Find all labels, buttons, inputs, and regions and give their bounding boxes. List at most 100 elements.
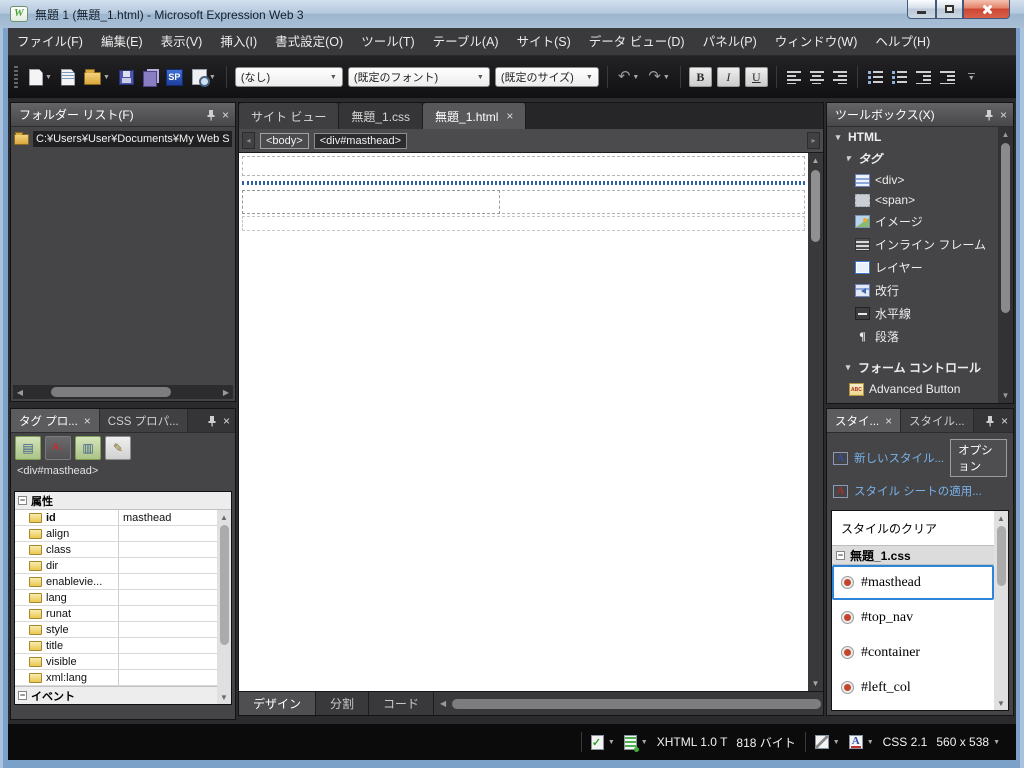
- toolbox-group-html[interactable]: ▾ HTML: [827, 127, 998, 147]
- attribute-value[interactable]: [118, 558, 217, 573]
- toolbox-titlebar[interactable]: ツールボックス(X) ×: [827, 103, 1013, 127]
- close-icon[interactable]: ×: [1000, 109, 1007, 121]
- save-button[interactable]: [117, 68, 136, 87]
- menu-file[interactable]: ファイル(F): [8, 28, 92, 55]
- canvas-hscrollbar[interactable]: ◀: [434, 692, 823, 715]
- menu-format[interactable]: 書式設定(O): [266, 28, 352, 55]
- menu-site[interactable]: サイト(S): [508, 28, 580, 55]
- doctype-status[interactable]: XHTML 1.0 T: [657, 735, 728, 749]
- attribute-row[interactable]: align: [15, 526, 217, 542]
- edit-tag-button[interactable]: ✎: [105, 436, 131, 460]
- toolbox-item-image[interactable]: イメージ: [827, 210, 998, 233]
- tab-manage-styles[interactable]: スタイル...: [901, 409, 974, 432]
- align-left-button[interactable]: [785, 69, 803, 86]
- attribute-value[interactable]: [118, 606, 217, 621]
- compatibility-button[interactable]: ▼: [623, 734, 648, 752]
- toolbox-item-span[interactable]: <span>: [827, 190, 998, 210]
- attribute-row[interactable]: visible: [15, 654, 217, 670]
- toolbox-item-layer[interactable]: レイヤー: [827, 256, 998, 279]
- toolbar-overflow-button[interactable]: ▼: [967, 72, 975, 82]
- show-categorized-button[interactable]: ▤: [15, 436, 41, 460]
- design-canvas[interactable]: [239, 153, 808, 691]
- pin-icon[interactable]: [207, 415, 217, 427]
- pin-icon[interactable]: [984, 109, 994, 121]
- empty-div-outline[interactable]: [242, 156, 805, 176]
- collapse-icon[interactable]: −: [836, 550, 845, 560]
- style-application-button[interactable]: ▼: [848, 735, 874, 749]
- scrollbar-thumb[interactable]: [1001, 143, 1010, 313]
- attach-stylesheet-link[interactable]: スタイル シートの適用...: [854, 483, 982, 499]
- attribute-row[interactable]: dir: [15, 558, 217, 574]
- chevron-down-icon[interactable]: ▼: [209, 74, 216, 81]
- breadcrumb-body-tag[interactable]: <body>: [260, 132, 309, 149]
- breadcrumb-right-icon[interactable]: ▸: [807, 132, 820, 149]
- folder-list-hscrollbar[interactable]: ◀ ▶: [13, 385, 233, 399]
- maximize-button[interactable]: [936, 0, 963, 19]
- style-item-left-col[interactable]: #left_col: [832, 670, 994, 705]
- attribute-value[interactable]: [118, 622, 217, 637]
- toolbox-vscrollbar[interactable]: ▲ ▼: [998, 127, 1013, 403]
- close-icon[interactable]: ×: [223, 415, 230, 427]
- minimize-button[interactable]: [907, 0, 936, 19]
- menu-edit[interactable]: 編集(E): [92, 28, 152, 55]
- collapse-icon[interactable]: −: [18, 691, 27, 700]
- undo-button[interactable]: ↶ ▼: [616, 67, 642, 87]
- toolbox-item-drop-down-box[interactable]: Drop-Down Box: [827, 399, 998, 403]
- options-button[interactable]: オプション: [950, 439, 1007, 477]
- toolbox-group-tags[interactable]: ▾ タグ: [827, 147, 998, 170]
- attribute-value[interactable]: [118, 638, 217, 653]
- attribute-row[interactable]: style: [15, 622, 217, 638]
- close-icon[interactable]: ×: [1001, 415, 1008, 427]
- open-file-button[interactable]: [59, 67, 77, 88]
- close-icon[interactable]: ×: [222, 109, 229, 121]
- align-right-button[interactable]: [831, 69, 849, 86]
- empty-div-outline[interactable]: [242, 190, 805, 214]
- scroll-down-icon[interactable]: ▼: [994, 696, 1008, 710]
- bullet-list-button[interactable]: [890, 69, 909, 86]
- toolbox-item-paragraph[interactable]: ¶ 段落: [827, 325, 998, 348]
- folder-list-content[interactable]: [13, 151, 233, 383]
- numbered-list-button[interactable]: [866, 69, 885, 86]
- attribute-value[interactable]: [118, 526, 217, 541]
- attribute-row[interactable]: id masthead: [15, 510, 217, 526]
- scroll-down-icon[interactable]: ▼: [808, 676, 823, 691]
- tab-untitled-css[interactable]: 無題_1.css: [339, 103, 424, 129]
- tab-tag-properties[interactable]: タグ プロ... ×: [11, 409, 100, 432]
- toolbox-item-inline-frame[interactable]: インライン フレーム: [827, 233, 998, 256]
- menu-panels[interactable]: パネル(P): [694, 28, 766, 55]
- scroll-up-icon[interactable]: ▲: [808, 153, 823, 168]
- attribute-row[interactable]: enablevie...: [15, 574, 217, 590]
- scrollbar-thumb[interactable]: [811, 170, 820, 242]
- menu-window[interactable]: ウィンドウ(W): [766, 28, 867, 55]
- style-item-masthead[interactable]: #masthead: [832, 565, 994, 600]
- scroll-left-icon[interactable]: ◀: [436, 697, 450, 711]
- style-item-container[interactable]: #container: [832, 635, 994, 670]
- menu-insert[interactable]: 挿入(I): [211, 28, 266, 55]
- breadcrumb-left-icon[interactable]: ◂: [242, 132, 255, 149]
- events-section-header[interactable]: − イベント: [15, 686, 217, 704]
- bold-button[interactable]: B: [688, 67, 712, 87]
- open-site-button[interactable]: ▼: [82, 67, 112, 87]
- style-combobox[interactable]: (なし) ▼: [234, 67, 343, 87]
- scroll-up-icon[interactable]: ▲: [998, 127, 1013, 142]
- spellcheck-button[interactable]: SP: [164, 67, 185, 88]
- attribute-row[interactable]: title: [15, 638, 217, 654]
- visual-aids-button[interactable]: ▼: [814, 735, 840, 749]
- increase-indent-button[interactable]: [938, 69, 957, 86]
- preview-browser-button[interactable]: ▼: [190, 67, 218, 87]
- tab-untitled-html[interactable]: 無題_1.html ×: [423, 103, 527, 129]
- page-size-button[interactable]: 560 x 538 ▼: [936, 735, 1000, 749]
- attribute-value[interactable]: [118, 574, 217, 589]
- attributes-section-header[interactable]: − 属性: [15, 492, 231, 510]
- chevron-down-icon[interactable]: ▼: [632, 74, 639, 81]
- attributes-vscrollbar[interactable]: ▲ ▼: [217, 510, 231, 704]
- scroll-right-icon[interactable]: ▶: [219, 385, 233, 399]
- menu-data-view[interactable]: データ ビュー(D): [580, 28, 694, 55]
- style-item-top-nav[interactable]: #top_nav: [832, 600, 994, 635]
- code-validation-button[interactable]: ▼: [590, 734, 615, 750]
- tab-design-view[interactable]: デザイン: [239, 692, 317, 715]
- attribute-row[interactable]: runat: [15, 606, 217, 622]
- attribute-value[interactable]: [118, 542, 217, 557]
- chevron-down-icon[interactable]: ▼: [45, 74, 52, 81]
- attribute-value[interactable]: [118, 590, 217, 605]
